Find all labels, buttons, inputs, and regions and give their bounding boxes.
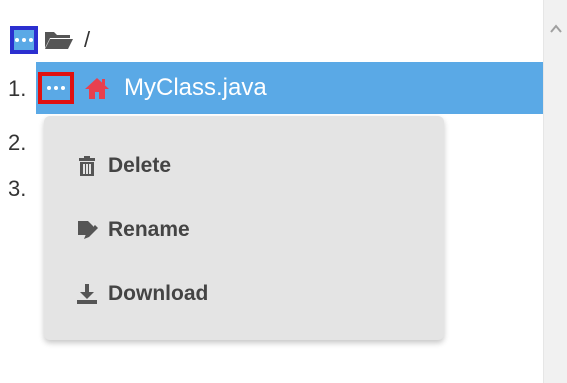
file-row-selected[interactable]: MyClass.java — [36, 62, 544, 114]
chevron-up-icon[interactable] — [549, 22, 563, 36]
folder-open-icon — [45, 32, 73, 49]
file-ellipsis-icon[interactable] — [38, 72, 74, 104]
context-menu: Delete Rename Download — [44, 116, 444, 340]
line-number-3: 3. — [8, 176, 27, 201]
menu-item-download[interactable]: Download — [76, 276, 208, 312]
rename-icon — [78, 221, 98, 239]
trash-icon — [79, 156, 95, 176]
download-icon — [77, 284, 97, 304]
root-row[interactable]: / — [10, 20, 90, 60]
file-name-label: MyClass.java — [124, 74, 267, 101]
menu-item-delete-label: Delete — [108, 154, 172, 177]
file-tree-panel: / 1. 2. 3. MyClass.java Delete Rename Do… — [0, 0, 567, 383]
line-number-2: 2. — [8, 130, 27, 155]
line-number-1: 1. — [8, 76, 27, 101]
home-icon — [85, 78, 109, 99]
menu-item-rename-label: Rename — [108, 218, 190, 241]
root-path-label: / — [84, 27, 91, 52]
menu-item-rename[interactable]: Rename — [76, 212, 190, 248]
root-ellipsis-icon[interactable] — [10, 26, 38, 54]
menu-item-delete[interactable]: Delete — [76, 148, 171, 184]
vertical-scrollbar[interactable] — [543, 0, 567, 383]
menu-item-download-label: Download — [108, 282, 209, 305]
